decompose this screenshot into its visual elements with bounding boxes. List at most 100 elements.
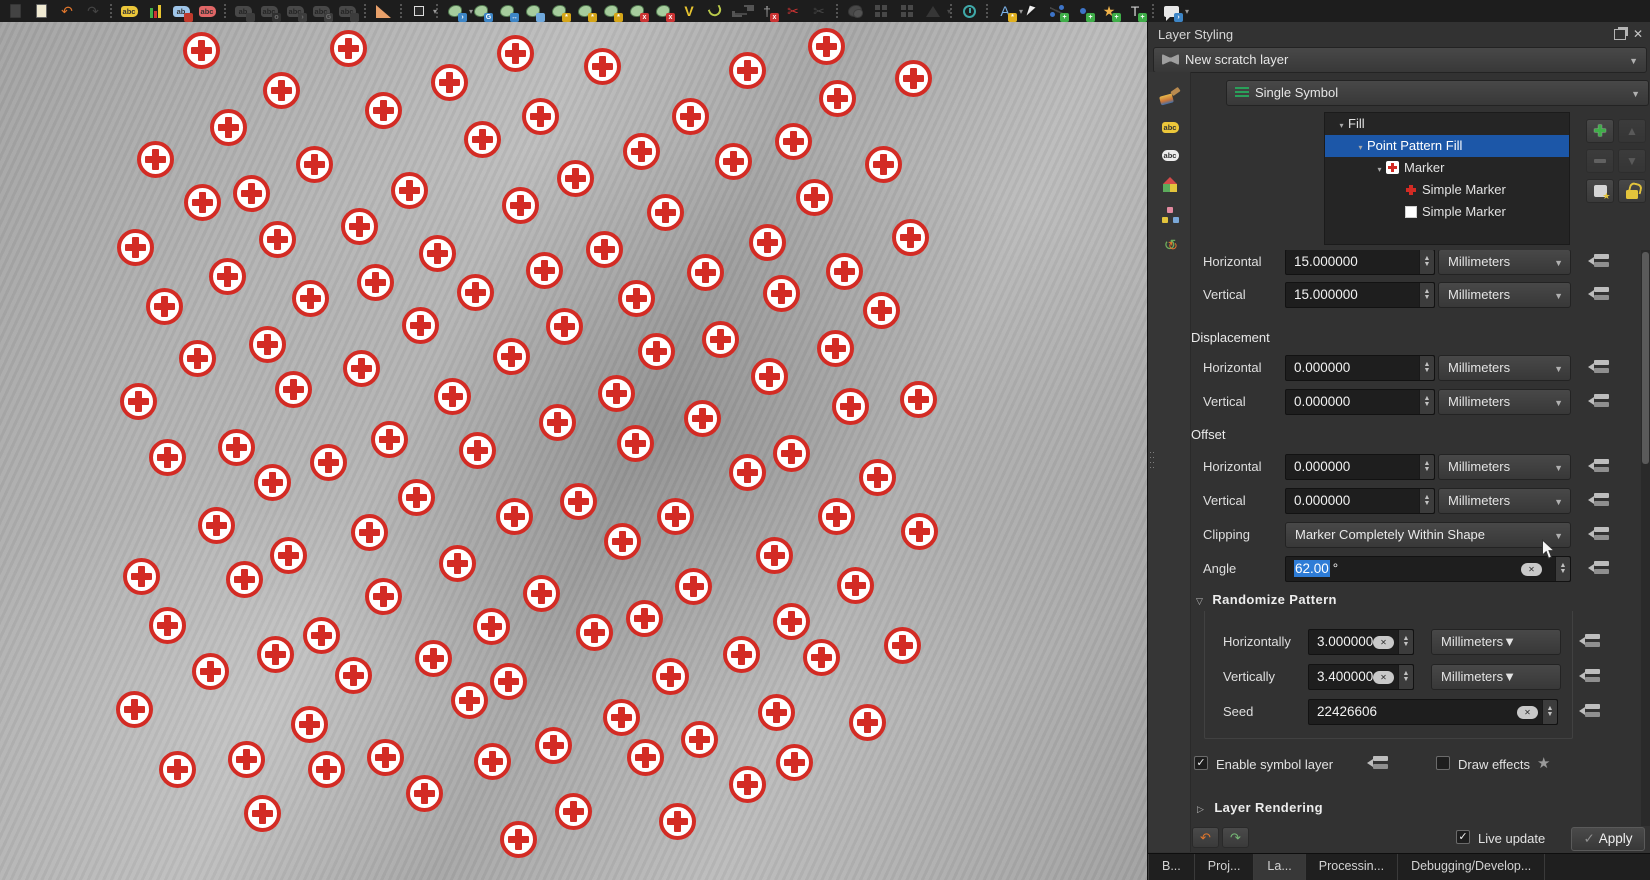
data-defined-override-icon[interactable]: [1588, 392, 1611, 411]
spinbox-arrows[interactable]: ▲▼: [1419, 356, 1434, 380]
map-canvas[interactable]: [0, 22, 1147, 880]
data-defined-override-icon[interactable]: [1588, 559, 1611, 578]
undo-style-button[interactable]: ↶: [1192, 827, 1219, 848]
data-defined-override-icon[interactable]: [1588, 252, 1611, 271]
numeric-field[interactable]: 0.000000▲▼: [1285, 454, 1435, 480]
undo-icon[interactable]: ↶: [56, 1, 78, 21]
data-defined-override-icon[interactable]: [1588, 358, 1611, 377]
lock-colors-button[interactable]: [1618, 179, 1646, 203]
scrollbar-thumb[interactable]: [1642, 252, 1649, 464]
split-features-icon[interactable]: ✂: [782, 1, 804, 21]
chevron-down-icon[interactable]: ▾: [947, 7, 951, 16]
data-defined-override-icon[interactable]: [1588, 457, 1611, 476]
data-defined-override-icon[interactable]: [1588, 525, 1611, 544]
numeric-field[interactable]: 15.000000▲▼: [1285, 250, 1435, 275]
numeric-field[interactable]: 0.000000▲▼: [1285, 355, 1435, 381]
offset-curve-icon[interactable]: [704, 1, 726, 21]
polyline-annotation-icon[interactable]: +: [1046, 1, 1068, 21]
add-ring-icon[interactable]: *: [548, 1, 570, 21]
apply-button[interactable]: ✓Apply: [1571, 827, 1645, 851]
annotation-layer-icon[interactable]: A*▾: [994, 1, 1016, 21]
layer-rendering-section[interactable]: ▷Layer Rendering: [1197, 800, 1323, 815]
delete-part-icon[interactable]: x: [652, 1, 674, 21]
modify-annotations-icon[interactable]: [1020, 1, 1042, 21]
expand-arrow-icon[interactable]: ▾: [1373, 159, 1386, 181]
data-defined-override-icon[interactable]: [1579, 702, 1602, 721]
mask-tab[interactable]: abc: [1157, 143, 1183, 167]
float-panel-icon[interactable]: [1614, 29, 1626, 40]
numeric-field[interactable]: 0.000000▲▼: [1285, 488, 1435, 514]
symbol-layer-tree[interactable]: ▾Fill▾Point Pattern Fill▾MarkerSimple Ma…: [1324, 112, 1570, 245]
form-annotation-icon[interactable]: ›▾: [1160, 1, 1182, 21]
clear-value-icon[interactable]: ✕: [1517, 706, 1538, 719]
enable-symbol-layer-checkbox[interactable]: ✓: [1194, 756, 1208, 770]
spinbox-arrows[interactable]: ▲▼: [1419, 455, 1434, 479]
unit-dropdown[interactable]: Millimeters▼: [1431, 664, 1561, 690]
live-update-checkbox[interactable]: ✓: [1456, 830, 1470, 844]
close-panel-icon[interactable]: ✕: [1632, 29, 1644, 40]
clear-value-icon[interactable]: ✕: [1373, 671, 1394, 684]
data-defined-override-icon[interactable]: [1588, 491, 1611, 510]
data-defined-override-icon[interactable]: [1588, 285, 1611, 304]
highlight-pinned-labels-icon[interactable]: abc: [196, 1, 218, 21]
pin-unpin-labels-icon[interactable]: ab: [170, 1, 192, 21]
clipping-dropdown[interactable]: Marker Completely Within Shape▼: [1285, 522, 1571, 548]
symbol-tree-row[interactable]: ▾Marker: [1325, 157, 1569, 179]
rotate-feature-icon[interactable]: G: [470, 1, 492, 21]
symbol-tree-row[interactable]: ▾Fill: [1325, 113, 1569, 135]
reverse-line-icon[interactable]: V: [678, 1, 700, 21]
expand-arrow-icon[interactable]: ▾: [1335, 115, 1348, 137]
numeric-field[interactable]: 22426606✕▲▼: [1308, 699, 1558, 725]
symbol-tree-row[interactable]: ▾Point Pattern Fill: [1325, 135, 1569, 157]
spinbox-arrows[interactable]: ▲▼: [1555, 557, 1570, 581]
spinbox-arrows[interactable]: ▲▼: [1419, 250, 1434, 274]
spinbox-arrows[interactable]: ▲▼: [1419, 489, 1434, 513]
unit-dropdown[interactable]: Millimeters▼: [1438, 282, 1571, 308]
star-annotation-icon[interactable]: ★+: [1098, 1, 1120, 21]
chevron-down-icon[interactable]: ▾: [433, 7, 437, 16]
text-annotation-icon[interactable]: T+: [1124, 1, 1146, 21]
copy-style-icon[interactable]: [30, 1, 52, 21]
clear-value-icon[interactable]: ✕: [1521, 563, 1542, 576]
add-symbol-layer-button[interactable]: ✚: [1586, 119, 1614, 143]
fill-ring-icon[interactable]: *: [600, 1, 622, 21]
panel-tab[interactable]: La...: [1254, 854, 1305, 880]
numeric-field[interactable]: 3.400000✕▲▼: [1308, 664, 1414, 690]
panel-tab[interactable]: B...: [1148, 854, 1195, 880]
panel-tab[interactable]: Debugging/Develop...: [1398, 854, 1545, 880]
randomize-pattern-header[interactable]: ▽Randomize Pattern: [1196, 592, 1337, 607]
advanced-digitizing-icon[interactable]: ▾: [408, 1, 430, 21]
scale-feature-icon[interactable]: ↔: [496, 1, 518, 21]
delete-ring-icon[interactable]: x: [626, 1, 648, 21]
chevron-down-icon[interactable]: ▾: [1185, 7, 1189, 16]
spinbox-arrows[interactable]: ▲▼: [1398, 630, 1413, 654]
clear-value-icon[interactable]: ✕: [1373, 636, 1394, 649]
spinbox-arrows[interactable]: ▲▼: [1398, 665, 1413, 689]
add-part-icon[interactable]: *: [574, 1, 596, 21]
unit-dropdown[interactable]: Millimeters▼: [1438, 488, 1571, 514]
symbol-tree-row[interactable]: Simple Marker: [1325, 179, 1569, 201]
numeric-field[interactable]: 3.000000✕▲▼: [1308, 629, 1414, 655]
spinbox-arrows[interactable]: ▲▼: [1542, 700, 1557, 724]
unit-dropdown[interactable]: Millimeters▼: [1438, 250, 1571, 275]
spinbox-arrows[interactable]: ▲▼: [1419, 283, 1434, 307]
numeric-field[interactable]: 15.000000▲▼: [1285, 282, 1435, 308]
unit-dropdown[interactable]: Millimeters▼: [1438, 454, 1571, 480]
redo-style-button[interactable]: ↷: [1222, 827, 1249, 848]
layer-selector[interactable]: New scratch layer ▼: [1153, 47, 1647, 73]
data-defined-override-icon[interactable]: [1579, 632, 1602, 651]
numeric-field[interactable]: 0.000000▲▼: [1285, 389, 1435, 415]
unit-dropdown[interactable]: Millimeters▼: [1438, 389, 1571, 415]
panel-splitter[interactable]: ········: [1149, 450, 1153, 486]
temporal-controller-icon[interactable]: [958, 1, 980, 21]
diagrams-tab[interactable]: [1157, 203, 1183, 227]
scrollbar[interactable]: [1641, 250, 1650, 826]
data-defined-override-icon[interactable]: [1579, 667, 1602, 686]
layer-diagram-options-icon[interactable]: [144, 1, 166, 21]
unit-dropdown[interactable]: Millimeters▼: [1431, 629, 1561, 655]
measure-icon[interactable]: [372, 1, 394, 21]
angle-field[interactable]: 62.00°✕▲▼: [1285, 556, 1571, 582]
simplify-feature-icon[interactable]: [522, 1, 544, 21]
data-defined-override-icon[interactable]: [1367, 754, 1390, 773]
trim-extend-icon[interactable]: †x: [756, 1, 778, 21]
